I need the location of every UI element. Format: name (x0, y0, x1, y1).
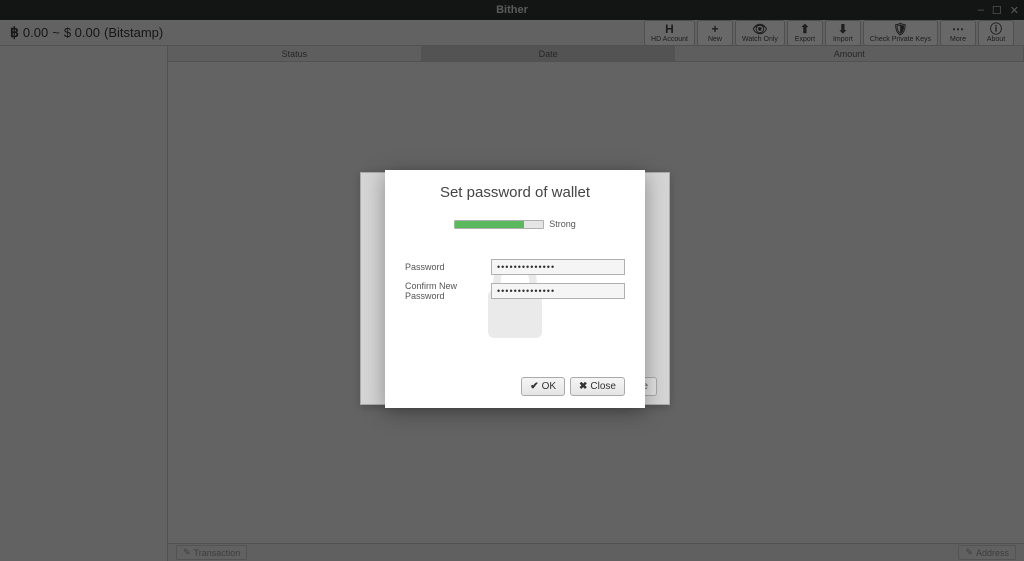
strength-bar (454, 220, 544, 229)
confirm-password-input[interactable] (491, 283, 625, 299)
ok-button[interactable]: ✔ OK (521, 377, 565, 396)
check-icon: ✔ (530, 381, 538, 392)
password-dialog: Set password of wallet Strong Password C… (385, 170, 645, 408)
strength-fill (455, 221, 524, 228)
close-button[interactable]: ✖ Close (570, 377, 625, 396)
password-label: Password (405, 262, 485, 272)
confirm-label: Confirm New Password (405, 281, 485, 301)
password-strength: Strong (405, 219, 625, 229)
dialog-buttons: ✔ OK ✖ Close (405, 377, 625, 396)
password-input[interactable] (491, 259, 625, 275)
dialog-title: Set password of wallet (405, 184, 625, 201)
confirm-row: Confirm New Password (405, 281, 625, 301)
strength-label: Strong (549, 219, 576, 229)
close-icon: ✖ (579, 381, 587, 392)
password-row: Password (405, 259, 625, 275)
